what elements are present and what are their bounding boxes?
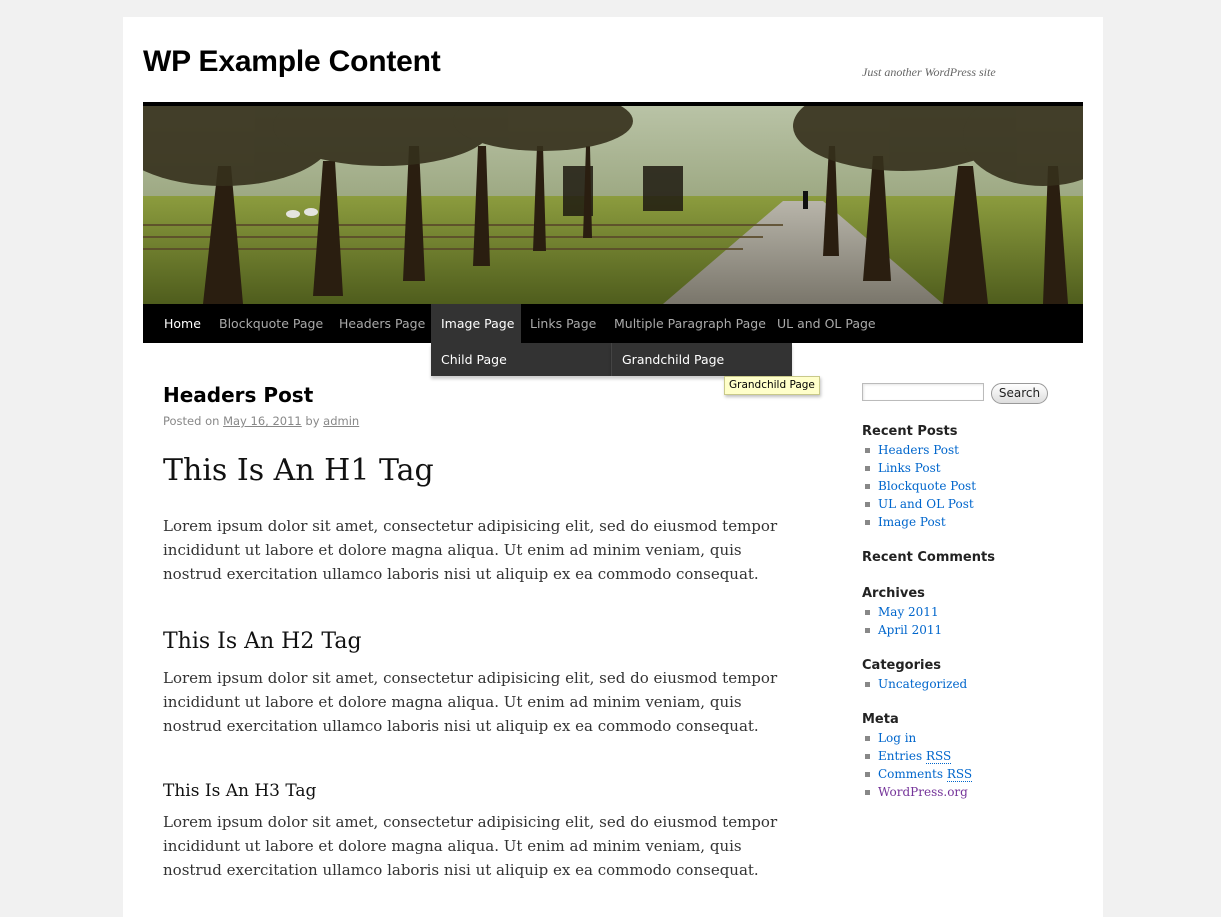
archive-link[interactable]: May 2011	[878, 605, 939, 619]
submenu-image-page: Child Page	[431, 343, 611, 376]
entries-rss-link[interactable]: Entries RSS	[878, 749, 952, 764]
heading-h3: This Is An H3 Tag	[163, 781, 317, 801]
post-meta: Posted on May 16, 2011 by admin	[163, 414, 359, 428]
nav-item-multiple-paragraph-page[interactable]: Multiple Paragraph Page	[604, 304, 776, 343]
list-item: May 2011	[862, 603, 942, 621]
page-wrapper: WP Example Content Just another WordPres…	[123, 17, 1103, 917]
header-image	[143, 106, 1083, 304]
recent-post-link[interactable]: Blockquote Post	[878, 479, 976, 493]
wordpress-org-link[interactable]: WordPress.org	[878, 785, 968, 799]
list-item: Blockquote Post	[862, 477, 976, 495]
paragraph-3: Lorem ipsum dolor sit amet, consectetur …	[163, 813, 778, 879]
post-title[interactable]: Headers Post	[163, 383, 313, 407]
archive-link[interactable]: April 2011	[878, 623, 942, 637]
tooltip: Grandchild Page	[724, 376, 820, 395]
meta-list: Log in Entries RSS Comments RSS WordPres…	[862, 729, 973, 801]
archives-list: May 2011 April 2011	[862, 603, 942, 639]
submenu-item-grandchild-page[interactable]: Grandchild Page	[612, 343, 734, 376]
nav-item-links-page[interactable]: Links Page	[520, 304, 606, 343]
nav-item-home[interactable]: Home	[154, 304, 211, 343]
widget-title-meta: Meta	[862, 712, 899, 727]
submenu-item-child-page[interactable]: Child Page	[431, 343, 517, 376]
comments-rss-prefix: Comments	[878, 767, 943, 781]
widget-title-recent-posts: Recent Posts	[862, 424, 958, 439]
post-author-link[interactable]: admin	[323, 414, 359, 428]
list-item: Headers Post	[862, 441, 976, 459]
widget-title-archives: Archives	[862, 586, 925, 601]
recent-post-link[interactable]: Links Post	[878, 461, 941, 475]
login-link[interactable]: Log in	[878, 731, 916, 745]
category-link[interactable]: Uncategorized	[878, 677, 967, 691]
list-item: Image Post	[862, 513, 976, 531]
comments-rss-abbr: RSS	[946, 767, 973, 782]
list-item: Comments RSS	[862, 765, 973, 783]
list-item: Entries RSS	[862, 747, 972, 765]
entries-rss-abbr: RSS	[925, 749, 952, 764]
paragraph-1: Lorem ipsum dolor sit amet, consectetur …	[163, 517, 778, 583]
site-title[interactable]: WP Example Content	[143, 45, 441, 79]
heading-h2: This Is An H2 Tag	[163, 629, 362, 654]
recent-post-link[interactable]: Image Post	[878, 515, 946, 529]
submenu-child-page: Grandchild Page	[611, 343, 792, 376]
recent-post-link[interactable]: UL and OL Post	[878, 497, 974, 511]
widget-title-recent-comments: Recent Comments	[862, 550, 995, 565]
nav-item-headers-page[interactable]: Headers Page	[329, 304, 435, 343]
paragraph-2: Lorem ipsum dolor sit amet, consectetur …	[163, 669, 778, 735]
categories-list: Uncategorized	[862, 675, 967, 693]
recent-post-link[interactable]: Headers Post	[878, 443, 959, 457]
recent-posts-list: Headers Post Links Post Blockquote Post …	[862, 441, 976, 531]
list-item: April 2011	[862, 621, 942, 639]
search-input[interactable]	[862, 383, 984, 401]
list-item: Uncategorized	[862, 675, 967, 693]
site-description: Just another WordPress site	[862, 65, 996, 79]
post-date-link[interactable]: May 16, 2011	[223, 414, 302, 428]
post-meta-by: by	[305, 414, 320, 428]
heading-h1: This Is An H1 Tag	[163, 453, 434, 488]
nav-item-image-page[interactable]: Image Page	[431, 304, 521, 343]
nav-item-ul-and-ol-page[interactable]: UL and OL Page	[767, 304, 886, 343]
list-item: UL and OL Post	[862, 495, 976, 513]
comments-rss-link[interactable]: Comments RSS	[878, 767, 973, 782]
post-meta-prefix: Posted on	[163, 414, 220, 428]
list-item: WordPress.org	[862, 783, 972, 801]
widget-title-categories: Categories	[862, 658, 942, 673]
entries-rss-prefix: Entries	[878, 749, 923, 763]
list-item: Links Post	[862, 459, 976, 477]
search-button[interactable]: Search	[991, 383, 1048, 404]
nav-item-blockquote-page[interactable]: Blockquote Page	[209, 304, 333, 343]
main-navigation: Home Blockquote Page Headers Page Image …	[143, 304, 1083, 343]
list-item: Log in	[862, 729, 972, 747]
